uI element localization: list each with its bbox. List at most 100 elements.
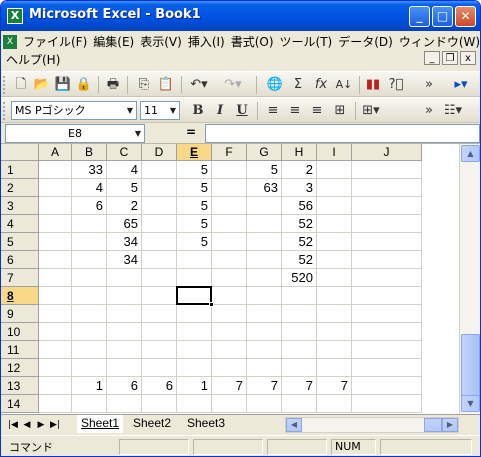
- cell-h9[interactable]: [282, 305, 317, 323]
- help-icon[interactable]: ?⃝: [386, 75, 406, 94]
- cell-f1[interactable]: [212, 161, 247, 179]
- cell-g6[interactable]: [247, 251, 282, 269]
- last-sheet-icon[interactable]: ▶|: [49, 417, 61, 433]
- cell-a9[interactable]: [39, 305, 72, 323]
- more-buttons-icon[interactable]: ▸▾: [451, 75, 471, 94]
- cell-g1[interactable]: 5: [247, 161, 282, 179]
- cell-d10[interactable]: [142, 323, 177, 341]
- align-left-icon[interactable]: ≡: [263, 101, 283, 120]
- cell-c4[interactable]: 65: [107, 215, 142, 233]
- cell-g12[interactable]: [247, 359, 282, 377]
- permission-icon[interactable]: 🔒: [74, 75, 94, 94]
- cell-h8[interactable]: [282, 287, 317, 305]
- chart-wizard-icon[interactable]: ▮▮: [363, 75, 383, 94]
- cell-f5[interactable]: [212, 233, 247, 251]
- tab-sheet1[interactable]: Sheet1: [77, 415, 124, 433]
- row-header-6[interactable]: 6: [1, 251, 39, 269]
- cell-c12[interactable]: [107, 359, 142, 377]
- cell-a11[interactable]: [39, 341, 72, 359]
- cell-i11[interactable]: [317, 341, 352, 359]
- cell-g3[interactable]: [247, 197, 282, 215]
- formula-input[interactable]: [205, 124, 480, 143]
- prev-sheet-icon[interactable]: ◀: [21, 417, 33, 433]
- menu-edit[interactable]: 編集(E): [90, 34, 137, 50]
- cell-b11[interactable]: [72, 341, 107, 359]
- function-icon[interactable]: fx: [311, 75, 331, 94]
- toolbar-grip[interactable]: [3, 102, 6, 120]
- cell-j5[interactable]: [352, 233, 422, 251]
- cell-h6[interactable]: 52: [282, 251, 317, 269]
- first-sheet-icon[interactable]: |◀: [7, 417, 19, 433]
- align-center-icon[interactable]: ≡: [285, 101, 305, 120]
- column-header-e[interactable]: E: [177, 144, 212, 161]
- sort-ascending-icon[interactable]: A↓: [334, 75, 354, 94]
- paste-icon[interactable]: 📋: [156, 75, 176, 94]
- menu-file[interactable]: ファイル(F): [20, 34, 90, 50]
- cell-g2[interactable]: 63: [247, 179, 282, 197]
- menu-help[interactable]: ヘルプ(H): [3, 52, 63, 68]
- copy-icon[interactable]: ⎘: [134, 75, 154, 94]
- cell-h3[interactable]: 56: [282, 197, 317, 215]
- underline-button[interactable]: U: [232, 101, 252, 120]
- cell-c7[interactable]: [107, 269, 142, 287]
- cell-j14[interactable]: [352, 395, 422, 413]
- cell-f13[interactable]: 7: [212, 377, 247, 395]
- cell-c6[interactable]: 34: [107, 251, 142, 269]
- row-header-10[interactable]: 10: [1, 323, 39, 341]
- cell-b13[interactable]: 1: [72, 377, 107, 395]
- row-header-8[interactable]: 8: [1, 287, 39, 305]
- cell-d14[interactable]: [142, 395, 177, 413]
- cell-h1[interactable]: 2: [282, 161, 317, 179]
- cell-a12[interactable]: [39, 359, 72, 377]
- undo-icon[interactable]: ↶▾: [189, 75, 209, 94]
- cell-e13[interactable]: 1: [177, 377, 212, 395]
- cell-f2[interactable]: [212, 179, 247, 197]
- cell-d7[interactable]: [142, 269, 177, 287]
- excel-app-icon[interactable]: X: [7, 8, 23, 24]
- cell-h4[interactable]: 52: [282, 215, 317, 233]
- open-folder-icon[interactable]: 📂: [32, 75, 52, 94]
- new-document-icon[interactable]: 🗋: [11, 75, 31, 94]
- cell-g11[interactable]: [247, 341, 282, 359]
- menu-format[interactable]: 書式(O): [228, 34, 277, 50]
- vertical-scrollbar[interactable]: ▲ ▼: [459, 144, 480, 414]
- cell-a5[interactable]: [39, 233, 72, 251]
- cell-e1[interactable]: 5: [177, 161, 212, 179]
- cell-a3[interactable]: [39, 197, 72, 215]
- cell-b3[interactable]: 6: [72, 197, 107, 215]
- cell-e12[interactable]: [177, 359, 212, 377]
- cell-a8[interactable]: [39, 287, 72, 305]
- cell-c3[interactable]: 2: [107, 197, 142, 215]
- cell-h14[interactable]: [282, 395, 317, 413]
- doc-restore-button[interactable]: ❐: [442, 51, 458, 65]
- cell-e6[interactable]: [177, 251, 212, 269]
- cell-f10[interactable]: [212, 323, 247, 341]
- cell-b1[interactable]: 33: [72, 161, 107, 179]
- cell-g8[interactable]: [247, 287, 282, 305]
- column-header-f[interactable]: F: [212, 144, 247, 161]
- cell-c8[interactable]: [107, 287, 142, 305]
- cell-f8[interactable]: [212, 287, 247, 305]
- cell-i8[interactable]: [317, 287, 352, 305]
- cell-g10[interactable]: [247, 323, 282, 341]
- chevron-down-icon[interactable]: ▼: [132, 125, 144, 142]
- cell-d11[interactable]: [142, 341, 177, 359]
- select-all-corner[interactable]: [1, 144, 39, 161]
- cell-i1[interactable]: [317, 161, 352, 179]
- cell-j2[interactable]: [352, 179, 422, 197]
- row-header-9[interactable]: 9: [1, 305, 39, 323]
- cell-b2[interactable]: 4: [72, 179, 107, 197]
- cell-a4[interactable]: [39, 215, 72, 233]
- row-header-4[interactable]: 4: [1, 215, 39, 233]
- cell-e4[interactable]: 5: [177, 215, 212, 233]
- cell-g4[interactable]: [247, 215, 282, 233]
- cell-f6[interactable]: [212, 251, 247, 269]
- cell-h2[interactable]: 3: [282, 179, 317, 197]
- doc-minimize-button[interactable]: _: [424, 51, 440, 65]
- cell-a10[interactable]: [39, 323, 72, 341]
- save-icon[interactable]: 💾: [53, 75, 73, 94]
- cell-d9[interactable]: [142, 305, 177, 323]
- fill-handle[interactable]: [209, 302, 214, 307]
- cell-j12[interactable]: [352, 359, 422, 377]
- cell-j6[interactable]: [352, 251, 422, 269]
